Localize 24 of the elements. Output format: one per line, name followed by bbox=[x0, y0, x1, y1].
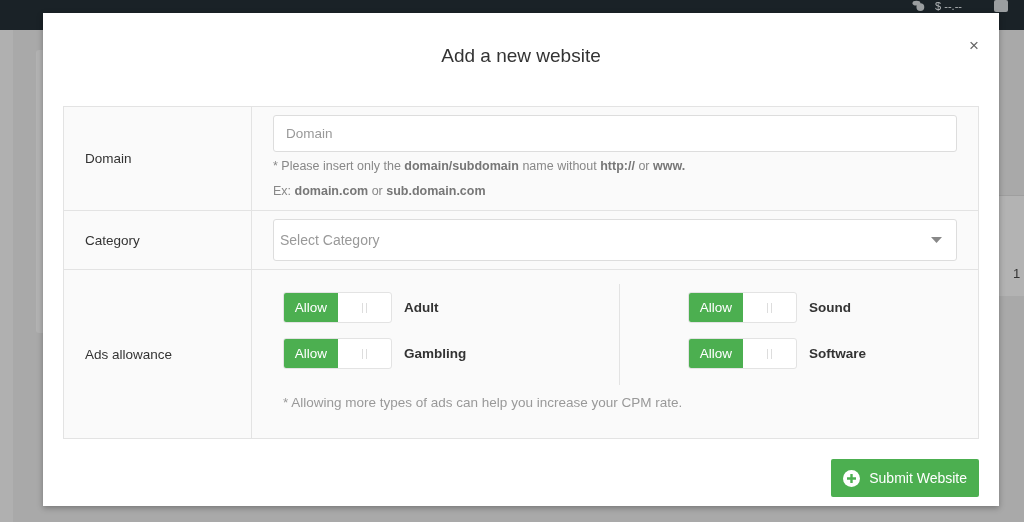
allow-toggle[interactable]: Allow bbox=[283, 292, 392, 323]
toggle-label: Sound bbox=[809, 300, 851, 315]
hint-text: * Allowing more types of ads can help you increase your CPM rate. bbox=[282, 394, 684, 412]
field-label: Ads allowance bbox=[85, 346, 173, 362]
toggle-label: Software bbox=[809, 346, 866, 361]
field-label: Category bbox=[85, 232, 140, 248]
caret-icon bbox=[931, 237, 942, 243]
balance-text: $ --.-- bbox=[935, 0, 962, 12]
allow-toggle[interactable]: Allow bbox=[283, 338, 392, 369]
hint-text: Ex: domain.com or sub.domain.com bbox=[273, 183, 487, 200]
close-button[interactable]: × bbox=[969, 36, 979, 56]
hint-text: * Please insert only the domain/subdomain name without http:// or www. bbox=[273, 158, 687, 175]
toggle-label: Adult bbox=[404, 300, 439, 315]
table-cell: 1 bbox=[1013, 266, 1021, 281]
domain-field[interactable]: Domain bbox=[273, 115, 957, 152]
field-label: Domain bbox=[85, 151, 132, 166]
modal-title: Add a new website bbox=[441, 45, 601, 67]
category-select[interactable]: Select Category bbox=[273, 219, 957, 261]
plus-icon bbox=[843, 469, 861, 487]
coins-icon bbox=[911, 0, 926, 11]
allow-toggle[interactable]: Allow bbox=[688, 338, 797, 369]
submit-button[interactable]: Submit Website bbox=[831, 459, 979, 497]
toggle-label: Gambling bbox=[404, 346, 467, 361]
allow-toggle[interactable]: Allow bbox=[688, 292, 797, 323]
